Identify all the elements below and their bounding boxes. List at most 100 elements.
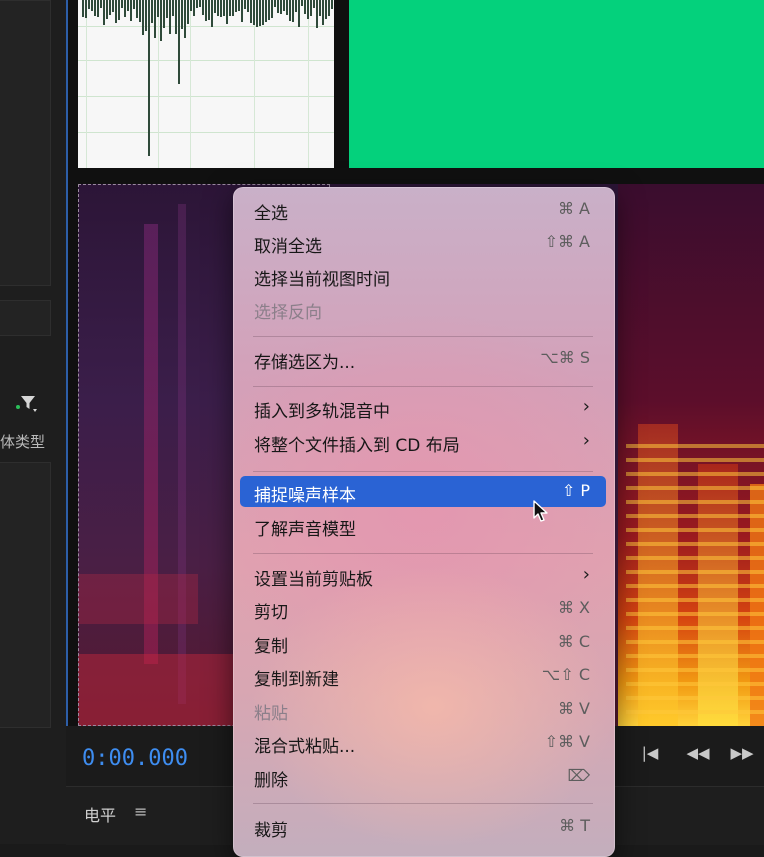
menu-item[interactable]: 了解声音模型 xyxy=(240,510,606,541)
menu-item-shortcut: ⌘ A xyxy=(557,199,590,218)
left-panel-box-bottom xyxy=(0,462,51,728)
menu-item[interactable]: 设置当前剪贴板 › xyxy=(240,560,606,591)
waveform-sample xyxy=(145,0,147,31)
menu-item-shortcut: ⇧ P xyxy=(561,481,590,500)
menu-item[interactable]: 删除 ⌦ xyxy=(240,761,606,792)
menu-item[interactable]: 将整个文件插入到 CD 布局 › xyxy=(240,426,606,457)
waveform-sample xyxy=(256,0,258,27)
waveform-sample xyxy=(181,0,183,29)
waveform-sample xyxy=(274,0,276,7)
menu-item-shortcut: ⌘ V xyxy=(557,699,590,718)
menu-item[interactable]: 捕捉噪声样本 ⇧ P xyxy=(240,476,606,507)
menu-item[interactable]: 裁剪 ⌘ T xyxy=(240,811,606,842)
menu-item-shortcut: ⌦ xyxy=(567,766,590,785)
menu-separator xyxy=(253,336,593,337)
menu-item[interactable]: 复制到新建 ⌥⇧ C xyxy=(240,660,606,691)
menu-item-label: 复制到新建 xyxy=(254,670,339,690)
menu-item[interactable]: 全选 ⌘ A xyxy=(240,194,606,225)
waveform-sample xyxy=(238,0,240,11)
waveform-sample xyxy=(199,0,201,7)
mouse-pointer-icon xyxy=(533,500,549,524)
rewind-icon[interactable]: ◀◀ xyxy=(684,744,712,766)
waveform-grid-line xyxy=(190,0,191,168)
spectral-harmonic xyxy=(626,570,764,574)
spectral-harmonic xyxy=(626,682,764,686)
waveform-sample xyxy=(265,0,267,22)
waveform-grid-line xyxy=(78,96,334,97)
waveform-sample xyxy=(115,0,117,23)
go-to-start-icon[interactable]: |◀ xyxy=(636,744,664,766)
menu-item-shortcut: ⌘ T xyxy=(559,816,590,835)
left-panel-box-top xyxy=(0,0,51,286)
waveform-sample xyxy=(214,0,216,13)
waveform-sample xyxy=(130,0,132,21)
panel-menu-icon[interactable]: ≡ xyxy=(134,802,147,821)
menu-item-label: 复制 xyxy=(254,637,288,657)
current-time-display[interactable]: 0:00.000 xyxy=(82,746,188,771)
spectral-harmonic xyxy=(626,598,764,602)
waveform-sample xyxy=(121,0,123,8)
spectral-harmonic xyxy=(626,444,764,448)
menu-item: 粘贴 ⌘ V xyxy=(240,694,606,725)
filter-icon[interactable] xyxy=(14,392,40,416)
waveform-sample xyxy=(232,0,234,16)
fast-forward-icon[interactable]: ▶▶ xyxy=(728,744,756,766)
waveform-sample xyxy=(271,0,273,18)
menu-separator xyxy=(253,471,593,472)
waveform-grid-line xyxy=(254,0,255,168)
waveform-sample xyxy=(313,0,315,8)
level-panel-title[interactable]: 电平 xyxy=(84,802,116,826)
menu-item[interactable]: 复制 ⌘ C xyxy=(240,627,606,658)
menu-item-label: 混合式粘贴... xyxy=(254,737,356,757)
waveform-sample xyxy=(118,0,120,20)
waveform-sample xyxy=(190,0,192,11)
waveform-grid-line xyxy=(78,132,334,133)
waveform-sample xyxy=(208,0,210,20)
menu-item-shortcut: ⇧⌘ A xyxy=(544,232,590,251)
waveform-sample xyxy=(223,0,225,16)
filter-label: 体类型 xyxy=(0,433,46,451)
waveform-sample xyxy=(226,0,228,24)
waveform-sample xyxy=(196,0,198,8)
waveform-sample xyxy=(247,0,249,12)
waveform-sample xyxy=(283,0,285,11)
waveform-sample xyxy=(88,0,90,9)
menu-item-shortcut: ⌥⇧ C xyxy=(541,665,590,684)
spectral-harmonic xyxy=(626,486,764,490)
menu-item[interactable]: 取消全选 ⇧⌘ A xyxy=(240,227,606,258)
menu-item[interactable]: 插入到多轨混音中 › xyxy=(240,392,606,423)
waveform-sample xyxy=(160,0,162,41)
menu-item: 选择反向 xyxy=(240,293,606,324)
context-menu: 全选 ⌘ A 取消全选 ⇧⌘ A 选择当前视图时间 选择反向存储选区为... ⌥⌘ S 插入到… xyxy=(233,187,615,857)
menu-item[interactable]: 剪切 ⌘ X xyxy=(240,593,606,624)
menu-item[interactable]: 选择当前视图时间 xyxy=(240,260,606,291)
waveform-sample xyxy=(220,0,222,17)
waveform-grid-line xyxy=(86,0,87,168)
waveform-grid-line xyxy=(308,0,309,168)
waveform-sample xyxy=(331,0,333,9)
menu-item-shortcut: ⌥⌘ S xyxy=(540,348,590,367)
menu-separator xyxy=(253,803,593,804)
waveform-sample xyxy=(151,0,153,23)
menu-item-shortcut: ⌘ C xyxy=(557,632,590,651)
waveform-selection-green[interactable] xyxy=(349,0,764,168)
waveform-sample xyxy=(235,0,237,12)
menu-item-shortcut: ⇧⌘ V xyxy=(544,732,590,751)
spectral-band xyxy=(750,484,764,726)
menu-item[interactable]: 混合式粘贴... ⇧⌘ V xyxy=(240,727,606,758)
menu-item[interactable]: 存储选区为... ⌥⌘ S xyxy=(240,343,606,374)
waveform-sample xyxy=(163,0,165,28)
waveform-sample xyxy=(187,0,189,24)
menu-item-label: 粘贴 xyxy=(254,704,288,724)
menu-item-label: 取消全选 xyxy=(254,237,322,257)
menu-item-label: 全选 xyxy=(254,204,288,224)
waveform-sample xyxy=(109,0,111,15)
waveform-view[interactable] xyxy=(78,0,334,168)
waveform-sample xyxy=(244,0,246,9)
spectral-harmonic xyxy=(626,542,764,546)
spectral-harmonic xyxy=(626,668,764,672)
waveform-sample xyxy=(280,0,282,14)
spectral-band xyxy=(638,424,678,726)
waveform-sample xyxy=(124,0,126,17)
left-panel xyxy=(0,0,66,844)
